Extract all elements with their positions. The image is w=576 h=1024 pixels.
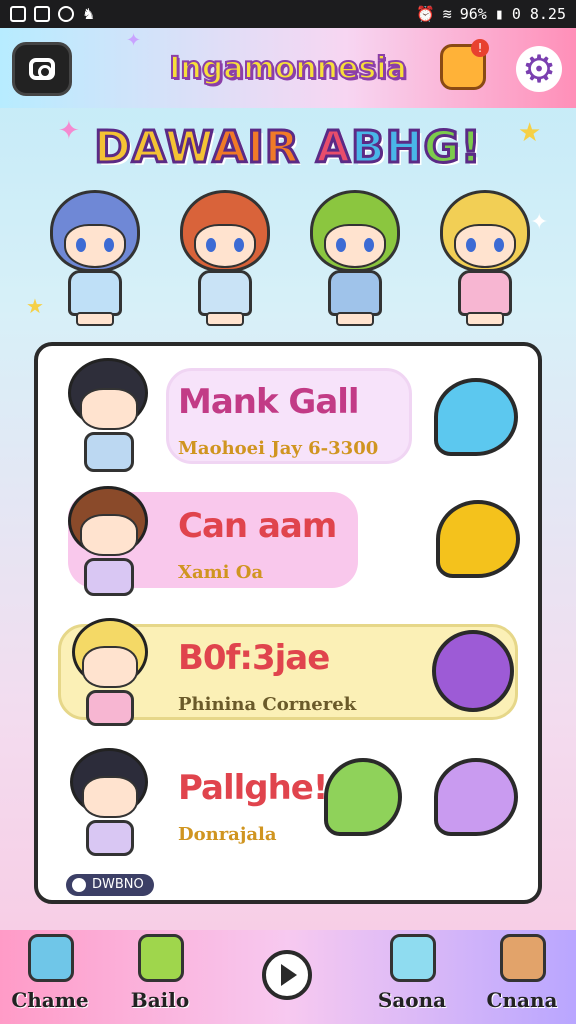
character-red-hair bbox=[170, 190, 280, 330]
app-notification-icon bbox=[10, 6, 26, 22]
play-icon bbox=[281, 964, 297, 986]
nav-item-bailo[interactable]: Bailo bbox=[110, 930, 210, 1024]
character-blue-hair bbox=[40, 190, 150, 330]
clock: 0 8.25 bbox=[511, 5, 566, 23]
avatar bbox=[58, 614, 158, 730]
character-green-hair bbox=[300, 190, 410, 330]
nav-label: Cnana bbox=[486, 988, 558, 1012]
contact-status: Maohoei Jay 6-3300 bbox=[178, 438, 379, 459]
character-lineup bbox=[40, 190, 540, 330]
camera-icon bbox=[29, 58, 55, 80]
contact-status: Phinina Cornerek bbox=[178, 694, 357, 715]
nav-item-chame[interactable]: Chame bbox=[0, 930, 100, 1024]
bell-icon bbox=[500, 934, 546, 982]
app-title: Ingamonnesia bbox=[168, 50, 408, 87]
camera-button[interactable] bbox=[12, 42, 72, 96]
game-icon: ♞ bbox=[82, 5, 96, 23]
contact-name: B0f:3jae bbox=[178, 638, 330, 678]
contact-row[interactable]: Can aam Xami Oa bbox=[38, 476, 538, 602]
contact-status: Xami Oa bbox=[178, 562, 264, 583]
nav-item-cnana[interactable]: Cnana bbox=[472, 930, 572, 1024]
battery-percent: 96% bbox=[459, 5, 487, 23]
avatar bbox=[58, 482, 158, 598]
contact-row[interactable]: Mank Gall Maohoei Jay 6-3300 bbox=[38, 352, 538, 478]
image-notification-icon bbox=[34, 6, 50, 22]
stack-icon bbox=[28, 934, 74, 982]
chat-notification-button[interactable] bbox=[440, 39, 489, 90]
alarm-icon: ⏰ bbox=[415, 5, 435, 23]
chat-bubble-icon[interactable] bbox=[434, 378, 518, 456]
character-blonde-hair bbox=[430, 190, 540, 330]
sync-icon bbox=[58, 6, 74, 22]
avatar bbox=[58, 358, 158, 474]
avatar bbox=[58, 744, 158, 860]
contact-name: Pallghe! bbox=[178, 768, 328, 808]
contact-row[interactable]: B0f:3jae Phinina Cornerek bbox=[38, 608, 538, 734]
gift-icon bbox=[138, 934, 184, 982]
contacts-card: Mank Gall Maohoei Jay 6-3300 Can aam Xam… bbox=[34, 342, 542, 904]
cup-icon bbox=[390, 934, 436, 982]
nav-item-saona[interactable]: Saona bbox=[362, 930, 462, 1024]
banner-title: DAWAIR ABHG! bbox=[93, 121, 482, 175]
top-app-bar: Ingamonnesia ⚙ bbox=[0, 28, 576, 108]
nav-label: Saona bbox=[377, 988, 447, 1012]
settings-button[interactable]: ⚙ bbox=[516, 46, 562, 92]
nav-label: Bailo bbox=[130, 988, 190, 1012]
wifi-icon: ≋ bbox=[442, 5, 452, 23]
dollar-bubble-icon[interactable] bbox=[436, 500, 520, 578]
gear-icon: ⚙ bbox=[521, 47, 557, 91]
smile-bubble-icon[interactable] bbox=[324, 758, 402, 836]
contact-name: Mank Gall bbox=[178, 382, 360, 422]
battery-icon: ▮ bbox=[494, 5, 504, 23]
online-status-chip[interactable]: DWBNO bbox=[66, 874, 154, 896]
sparkle-icon: ✦ bbox=[126, 30, 142, 51]
status-bar: ♞ ⏰ ≋ 96% ▮ 0 8.25 bbox=[0, 0, 576, 28]
nav-label: Chame bbox=[11, 988, 89, 1012]
play-button[interactable] bbox=[262, 950, 312, 1000]
friend-avatar[interactable] bbox=[432, 630, 514, 712]
contact-name: Can aam bbox=[178, 506, 337, 546]
contact-row[interactable]: Pallghe! Donrajala bbox=[38, 738, 538, 864]
contact-status: Donrajala bbox=[178, 824, 277, 845]
heart-bubble-icon[interactable] bbox=[434, 758, 518, 836]
